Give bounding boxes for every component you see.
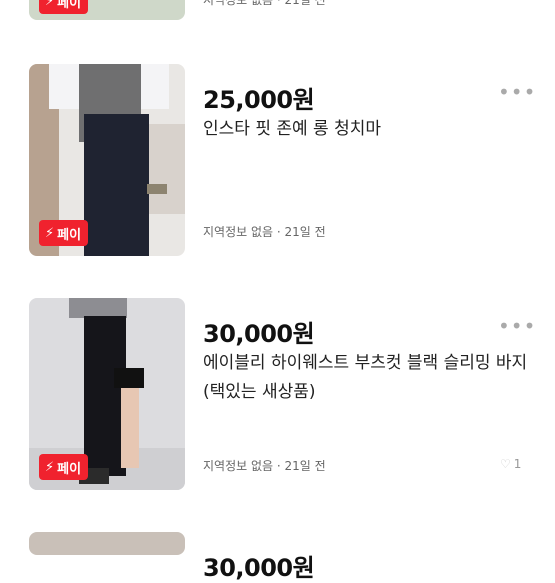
product-thumbnail[interactable] — [29, 532, 185, 555]
pay-badge: ⚡ 페이 — [39, 0, 89, 14]
bolt-icon: ⚡ — [45, 0, 55, 9]
product-thumbnail[interactable]: ⚡ 페이 — [29, 0, 185, 20]
listing-title[interactable]: 에이블리 하이웨스트 부츠컷 블랙 슬리밍 바지 (택있는 새상품) — [203, 349, 533, 407]
heart-icon: ♡ — [500, 457, 511, 471]
more-horizontal-icon[interactable]: ••• — [498, 80, 536, 104]
pay-badge: ⚡ 페이 — [39, 454, 89, 480]
pay-badge: ⚡ 페이 — [39, 220, 89, 246]
listing-title[interactable]: 인스타 핏 존예 롱 청치마 — [203, 115, 533, 144]
bolt-icon: ⚡ — [45, 225, 55, 241]
listing-price: 25,000원 — [203, 86, 315, 114]
bolt-icon: ⚡ — [45, 459, 55, 475]
like-count[interactable]: ♡ 1 — [500, 457, 521, 471]
listing-meta: 지역정보 없음 · 21일 전 — [203, 225, 326, 239]
product-thumbnail[interactable]: ⚡ 페이 — [29, 64, 185, 256]
more-horizontal-icon[interactable]: ••• — [498, 314, 536, 338]
listing-price: 30,000원 — [203, 320, 315, 348]
listing-meta: 지역정보 없음 · 21일 전 — [203, 0, 326, 7]
listing-meta: 지역정보 없음 · 21일 전 — [203, 459, 326, 473]
listing-price: 30,000원 — [203, 554, 315, 582]
product-thumbnail[interactable]: ⚡ 페이 — [29, 298, 185, 490]
